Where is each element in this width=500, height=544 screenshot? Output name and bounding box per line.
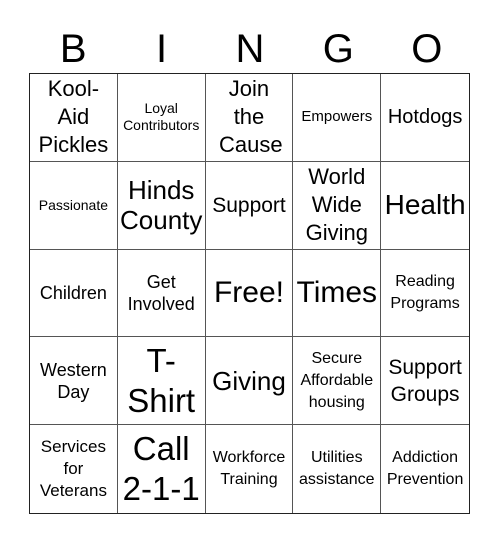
cell-text: Services for Veterans bbox=[39, 437, 107, 501]
bingo-cell[interactable]: Secure Affordable housing bbox=[293, 337, 382, 426]
bingo-cell[interactable]: Support Groups bbox=[381, 337, 469, 426]
bingo-cell[interactable]: Hotdogs bbox=[381, 74, 469, 162]
cell-text: Health bbox=[384, 189, 466, 221]
bingo-cell[interactable]: Health bbox=[381, 162, 469, 250]
bingo-cell[interactable]: Western Day bbox=[30, 337, 118, 426]
cell-text: Empowers bbox=[301, 108, 373, 126]
cell-text: Call 2-1-1 bbox=[122, 430, 200, 508]
bingo-cell[interactable]: Hinds County bbox=[117, 161, 206, 250]
cell-text: Children bbox=[39, 282, 107, 303]
bingo-cell[interactable]: Workforce Training bbox=[206, 425, 294, 513]
bingo-cell[interactable]: Kool-Aid Pickles bbox=[30, 74, 118, 162]
bingo-cell[interactable]: Giving bbox=[205, 337, 294, 426]
bingo-cell[interactable]: Support bbox=[205, 161, 294, 250]
cell-text: Free! bbox=[213, 275, 284, 309]
header-letter-o: O bbox=[411, 27, 443, 71]
bingo-board: Kool-Aid Pickles Loyal Contributors Join… bbox=[29, 73, 470, 514]
header-letter-i: I bbox=[156, 27, 168, 71]
cell-text: T-Shirt bbox=[127, 341, 196, 419]
cell-text: Join the Cause bbox=[218, 76, 283, 158]
header-letter-g: G bbox=[322, 27, 354, 71]
cell-text: Kool-Aid Pickles bbox=[38, 76, 109, 158]
cell-text: Get Involved bbox=[127, 271, 195, 314]
bingo-cell[interactable]: Get Involved bbox=[117, 249, 206, 338]
cell-text: Hotdogs bbox=[387, 106, 463, 129]
bingo-cell[interactable]: Utilities assistance bbox=[293, 425, 382, 513]
cell-text: Hinds County bbox=[120, 175, 203, 236]
cell-text: Reading Programs bbox=[390, 272, 460, 312]
bingo-cell[interactable]: Call 2-1-1 bbox=[118, 425, 206, 513]
bingo-cell[interactable]: Loyal Contributors bbox=[117, 74, 206, 162]
cell-text: Utilities assistance bbox=[298, 449, 375, 489]
header-letter-n: N bbox=[235, 27, 265, 71]
cell-text: Secure Affordable housing bbox=[300, 349, 374, 411]
bingo-header: B I N G O bbox=[29, 26, 471, 73]
bingo-cell[interactable]: Passionate bbox=[30, 161, 118, 250]
bingo-cell[interactable]: Times bbox=[293, 249, 382, 338]
cell-text: Addiction Prevention bbox=[386, 449, 464, 489]
cell-text: Support bbox=[212, 193, 286, 217]
cell-text: Western Day bbox=[40, 359, 107, 402]
cell-text: Times bbox=[296, 275, 378, 309]
cell-text: Giving bbox=[212, 365, 286, 396]
cell-text: Passionate bbox=[38, 196, 109, 213]
bingo-cell[interactable]: T-Shirt bbox=[117, 337, 206, 426]
bingo-cell[interactable]: Addiction Prevention bbox=[381, 425, 469, 513]
bingo-cell[interactable]: World Wide Giving bbox=[293, 161, 382, 250]
bingo-cell[interactable]: Children bbox=[30, 249, 118, 338]
bingo-cell free-space[interactable]: Free! bbox=[205, 249, 294, 338]
cell-text: World Wide Giving bbox=[305, 164, 368, 246]
cell-text: Workforce Training bbox=[212, 449, 286, 489]
cell-text: Support Groups bbox=[388, 355, 462, 406]
bingo-cell[interactable]: Empowers bbox=[293, 74, 382, 162]
bingo-cell[interactable]: Reading Programs bbox=[381, 250, 469, 338]
cell-text: Loyal Contributors bbox=[123, 100, 200, 134]
bingo-cell[interactable]: Join the Cause bbox=[205, 74, 294, 162]
bingo-cell[interactable]: Services for Veterans bbox=[30, 425, 118, 513]
header-letter-b: B bbox=[59, 27, 87, 71]
